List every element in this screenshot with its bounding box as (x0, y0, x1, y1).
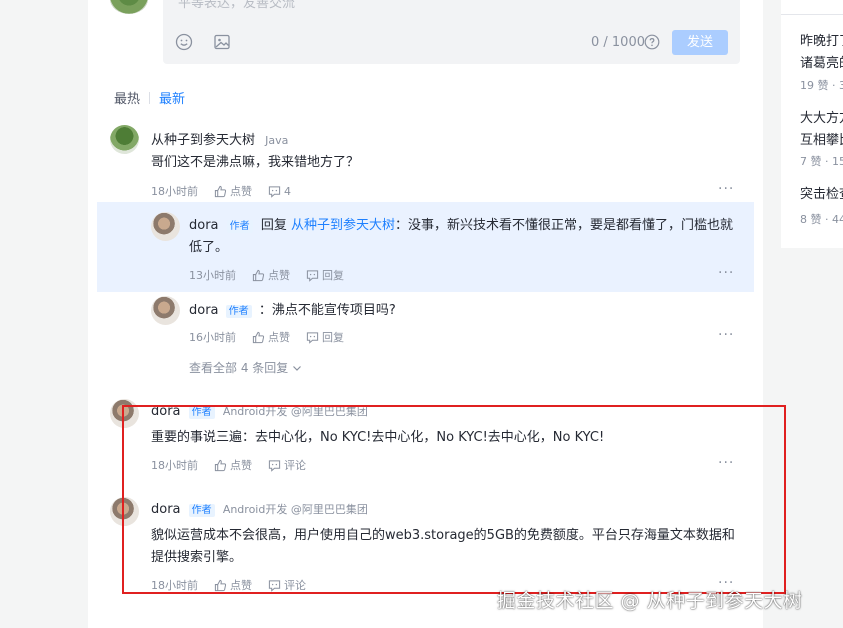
view-all-replies-label: 查看全部 4 条回复 (189, 361, 289, 375)
image-upload-icon[interactable] (213, 33, 231, 51)
help-icon[interactable] (644, 34, 660, 50)
avatar[interactable] (151, 212, 180, 241)
reply-time: 13小时前 (189, 269, 236, 282)
reply-time: 16小时前 (189, 331, 236, 344)
sidebar-item-title-cont: 诸葛亮的 (800, 56, 843, 71)
comment-icon (306, 331, 319, 344)
reply-label: 回复 (322, 269, 344, 282)
sidebar-item[interactable]: 大大方方 互相攀比 (800, 108, 843, 152)
reply-count-button[interactable]: 4 (268, 185, 291, 198)
author-badge: 作者 (226, 220, 253, 233)
tab-divider (149, 91, 151, 104)
send-button[interactable]: 发送 (672, 30, 728, 55)
tab-new[interactable]: 最新 (159, 88, 185, 107)
reply-body-cont: 低了。 (189, 240, 229, 255)
sidebar-divider (781, 14, 843, 15)
view-all-replies-link[interactable]: 查看全部 4 条回复 (189, 359, 303, 376)
comment-icon (306, 269, 319, 282)
like-label: 点赞 (268, 269, 290, 282)
sidebar-item-title-cont: 互相攀比 (800, 133, 843, 148)
sidebar-item-title: 突击检查 (800, 187, 843, 202)
author-name[interactable]: dora (189, 303, 219, 318)
comment-input[interactable]: 平等表达，友善交流 0 / 1000 发送 (163, 0, 740, 64)
thumbs-up-icon (252, 269, 265, 281)
sidebar-item-title: 大大方方 (800, 111, 843, 126)
author-tag: Java (265, 134, 289, 147)
tab-hot[interactable]: 最热 (114, 88, 140, 107)
avatar[interactable] (110, 125, 139, 154)
like-label: 点赞 (230, 185, 252, 198)
reply-text: dora 作者 回复 从种子到参天大树：没事，新兴技术看不懂很正常，要是都看懂了… (189, 215, 739, 259)
sidebar-item[interactable]: 突击检查 (800, 184, 843, 206)
author-badge: 作者 (225, 305, 252, 318)
author-name[interactable]: 从种子到参天大树 (151, 133, 255, 148)
sidebar-item-title: 昨晚打了 (800, 34, 843, 49)
reply-button[interactable]: 回复 (306, 267, 344, 283)
reply-word: 回复 (260, 218, 287, 233)
reply-to-user[interactable]: 从种子到参天大树 (291, 218, 395, 233)
comment-time: 18小时前 (151, 185, 198, 198)
thumbs-up-icon (214, 185, 227, 197)
like-button[interactable]: 点赞 (214, 183, 252, 199)
like-button[interactable]: 点赞 (252, 329, 290, 345)
sort-tabs: 最热 最新 (114, 88, 185, 107)
sidebar-item-meta: 8 赞 · 44 (800, 213, 843, 226)
comment-author: 从种子到参天大树 Java (151, 129, 288, 148)
sidebar-item-meta: 7 赞 · 15 (800, 155, 843, 168)
like-button[interactable]: 点赞 (252, 267, 290, 283)
sidebar-item-meta: 19 赞 · 3 (800, 79, 843, 92)
reply-count: 4 (284, 184, 291, 198)
reply-actions: 16小时前 点赞 回复 (189, 329, 360, 345)
reply-text: dora 作者 ：沸点不能宣传项目吗? (189, 300, 396, 322)
more-options-button[interactable]: ··· (718, 181, 734, 197)
reply-body: ：没事，新兴技术看不懂很正常，要是都看懂了，门槛也就 (394, 218, 733, 233)
like-label: 点赞 (268, 331, 290, 344)
char-counter: 0 / 1000 (591, 35, 645, 50)
chevron-down-icon (293, 365, 302, 371)
thumbs-up-icon (252, 331, 265, 343)
reply-button[interactable]: 回复 (306, 329, 344, 345)
reply-body: ：沸点不能宣传项目吗? (258, 303, 396, 318)
annotation-box (122, 405, 786, 594)
sidebar-item[interactable]: 昨晚打了 诸葛亮的 (800, 31, 843, 75)
reply-label: 回复 (322, 331, 344, 344)
author-name[interactable]: dora (189, 218, 219, 233)
comment-text: 哥们这不是沸点嘛，我来错地方了？ (151, 155, 360, 170)
watermark: 掘金技术社区 @ 从种子到参天大树 (497, 590, 803, 612)
input-placeholder: 平等表达，友善交流 (178, 0, 296, 11)
avatar[interactable] (151, 296, 180, 325)
more-options-button[interactable]: ··· (718, 265, 734, 281)
reply-actions: 13小时前 点赞 回复 (189, 267, 360, 283)
emoji-icon[interactable] (175, 33, 193, 51)
comment-actions: 18小时前 点赞 4 (151, 183, 307, 199)
more-options-button[interactable]: ··· (718, 327, 734, 343)
comment-icon (268, 185, 281, 198)
